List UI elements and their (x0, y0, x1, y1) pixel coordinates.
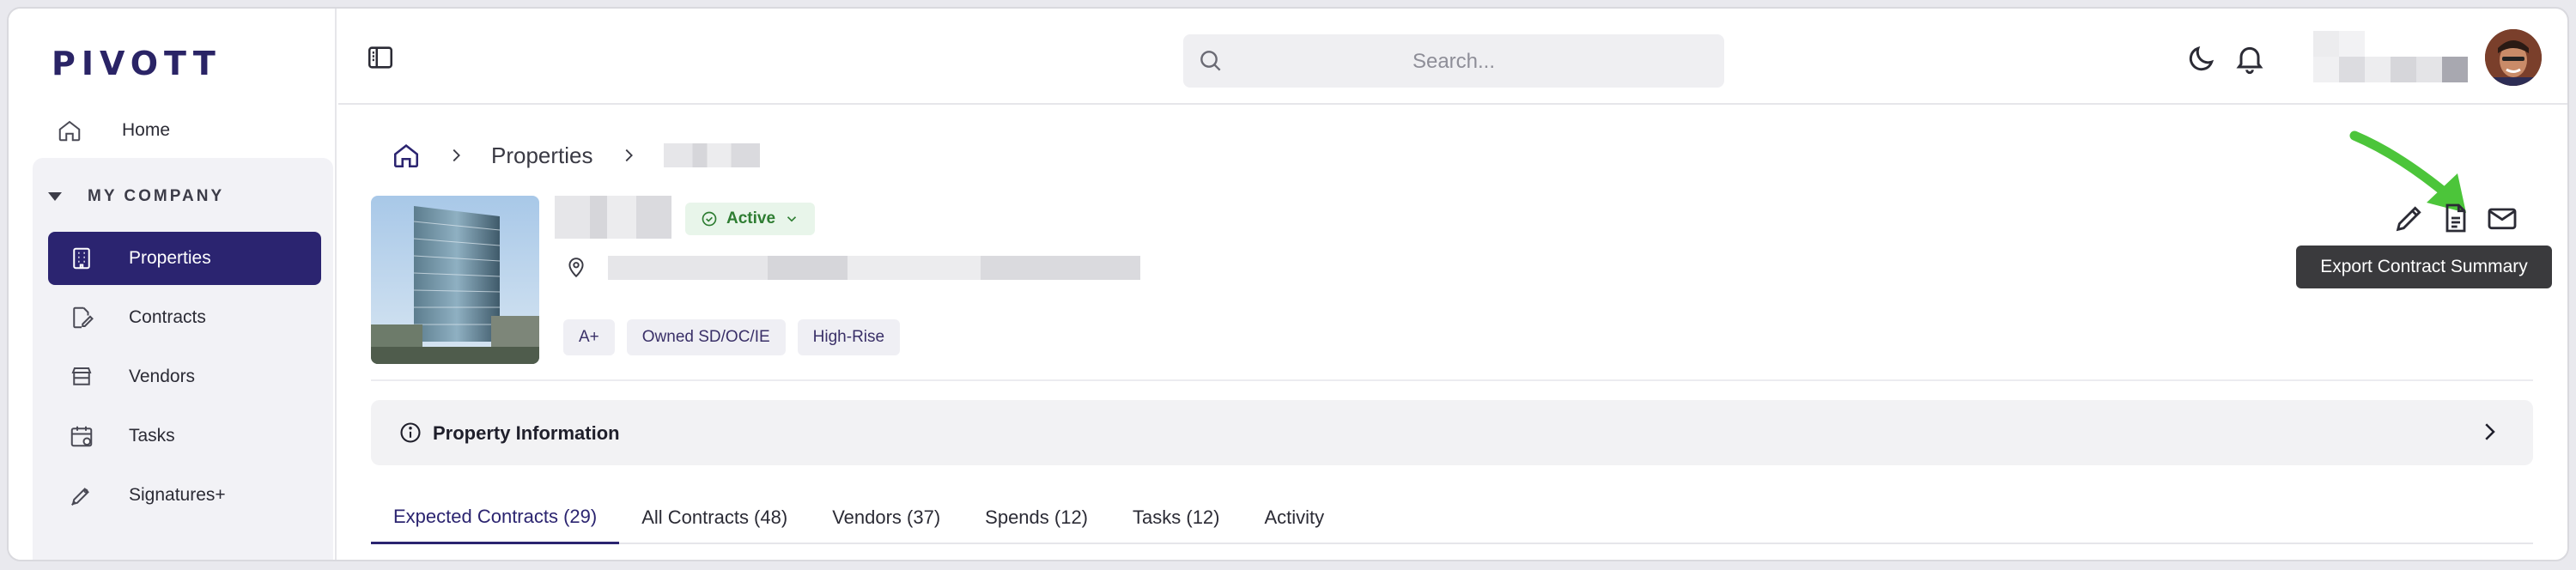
home-icon (58, 120, 81, 142)
breadcrumb-current-redacted (663, 143, 760, 167)
chevron-right-icon (453, 149, 460, 162)
tab-expected-contracts[interactable]: Expected Contracts (29) (371, 491, 620, 544)
company-section: MY COMPANY Properties Contracts Vendors … (33, 158, 333, 560)
divider (371, 379, 2533, 381)
app-window: PIVOTT Home MY COMPANY Properties Contra… (7, 7, 2569, 561)
property-photo-image (371, 196, 539, 364)
sidebar-item-signatures[interactable]: Signatures+ (48, 469, 321, 522)
sidebar-item-label: Tasks (129, 426, 175, 446)
property-photo (371, 196, 539, 364)
user-name-redacted (2313, 31, 2468, 82)
caret-down-icon (48, 192, 62, 201)
tab-vendors[interactable]: Vendors (37) (810, 491, 963, 544)
sidebar-toggle-icon[interactable] (366, 43, 395, 72)
property-address (565, 256, 1140, 280)
sidebar-item-label: Properties (129, 248, 211, 268)
sidebar: PIVOTT Home MY COMPANY Properties Contra… (9, 9, 337, 560)
contract-icon (73, 306, 94, 329)
sidebar-item-label: Home (122, 120, 171, 140)
bell-icon[interactable] (2233, 41, 2267, 76)
logo: PIVOTT (52, 45, 222, 82)
sidebar-item-properties[interactable]: Properties (48, 232, 321, 285)
address-redacted (608, 256, 1140, 280)
edit-icon[interactable] (2392, 201, 2427, 235)
moon-icon[interactable] (2184, 41, 2219, 76)
sidebar-item-label: Contracts (129, 307, 206, 327)
status-label: Active (726, 209, 776, 227)
tab-all-contracts[interactable]: All Contracts (48) (619, 491, 810, 544)
chevron-down-icon (787, 216, 797, 222)
sidebar-item-label: Vendors (129, 367, 196, 386)
mail-icon[interactable] (2485, 201, 2519, 235)
property-tags: A+ Owned SD/OC/IE High-Rise (563, 319, 901, 355)
status-dropdown[interactable]: Active (685, 203, 816, 235)
chevron-right-icon (2485, 423, 2495, 440)
avatar-image (2485, 29, 2542, 86)
tag-building-type: High-Rise (797, 319, 901, 355)
tab-spends[interactable]: Spends (12) (963, 491, 1110, 544)
avatar[interactable] (2485, 29, 2542, 86)
sidebar-item-tasks[interactable]: Tasks (48, 409, 321, 463)
sidebar-item-home[interactable]: Home (57, 110, 170, 151)
tag-grade: A+ (563, 319, 615, 355)
search-placeholder: Search... (1412, 50, 1496, 73)
sidebar-item-vendors[interactable]: Vendors (48, 350, 321, 403)
tab-activity[interactable]: Activity (1242, 491, 1347, 544)
main-content: Properties Active A+ Owned SD/OC/IE High… (338, 106, 2567, 560)
check-circle-icon (702, 211, 717, 227)
tab-tasks[interactable]: Tasks (12) (1110, 491, 1242, 544)
calendar-icon (70, 426, 93, 447)
company-section-label: MY COMPANY (88, 187, 225, 205)
tag-ownership: Owned SD/OC/IE (626, 319, 786, 355)
home-icon[interactable] (392, 141, 421, 170)
pen-nib-icon (71, 488, 89, 506)
info-icon (400, 422, 421, 443)
top-bar: Search... (338, 9, 2567, 105)
vendors-icon (71, 367, 92, 385)
building-icon (73, 247, 90, 270)
property-name-redacted (555, 196, 671, 239)
tab-bar: Expected Contracts (29) All Contracts (4… (371, 491, 2533, 544)
breadcrumb: Properties (392, 141, 760, 170)
company-section-toggle[interactable]: MY COMPANY (48, 187, 224, 206)
document-icon[interactable] (2439, 201, 2473, 235)
chevron-right-icon (625, 149, 633, 162)
export-tooltip: Export Contract Summary (2296, 246, 2552, 288)
search-input[interactable]: Search... (1183, 34, 1724, 88)
location-pin-icon (568, 258, 584, 278)
panel-title: Property Information (433, 422, 620, 444)
sidebar-item-label: Signatures+ (129, 485, 226, 505)
sidebar-item-contracts[interactable]: Contracts (48, 291, 321, 344)
breadcrumb-properties[interactable]: Properties (491, 142, 593, 169)
property-information-panel[interactable]: Property Information (371, 400, 2533, 465)
